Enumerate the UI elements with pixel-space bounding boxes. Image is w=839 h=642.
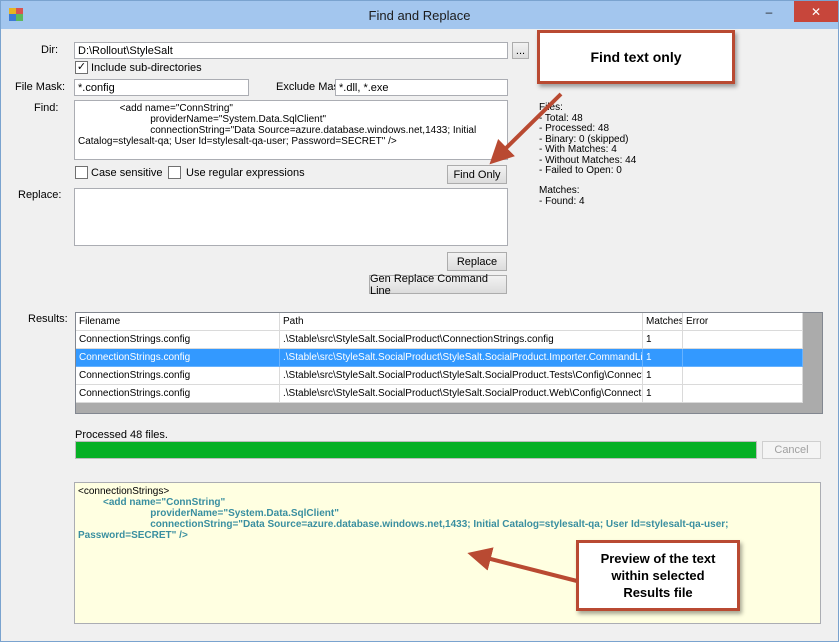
preview-line-highlight: <add name="ConnString": [78, 497, 226, 508]
table-row-selected[interactable]: ConnectionStrings.config .\Stable\src\St…: [76, 349, 803, 367]
find-label: Find:: [34, 102, 59, 114]
window-title: Find and Replace: [368, 8, 471, 23]
preview-line-highlight: connectionString="Data Source=azure.data…: [78, 519, 729, 530]
replace-label: Replace:: [18, 189, 62, 201]
progress-bar: [75, 441, 757, 459]
row-error: [683, 367, 803, 385]
callout-find-text-only: Find text only: [537, 30, 735, 84]
row-matches: 1: [643, 385, 683, 403]
results-grid[interactable]: Filename Path Matches Error ConnectionSt…: [75, 312, 823, 414]
include-subdirs-checkbox[interactable]: ✓: [75, 61, 88, 74]
matches-stats: Matches: - Found: 4: [539, 185, 585, 207]
regex-checkbox[interactable]: [168, 166, 181, 179]
row-path: .\Stable\src\StyleSalt.SocialProduct\Sty…: [280, 385, 643, 403]
dir-input[interactable]: D:\Rollout\StyleSalt: [74, 42, 508, 59]
find-textarea[interactable]: <add name="ConnString" providerName="Sys…: [74, 100, 508, 160]
row-matches: 1: [643, 349, 683, 367]
include-subdirs-label: Include sub-directories: [91, 62, 202, 74]
preview-line-highlight: providerName="System.Data.SqlClient": [78, 508, 339, 519]
preview-line-highlight: Password=SECRET" />: [78, 530, 188, 541]
dir-label: Dir:: [41, 44, 59, 56]
table-row[interactable]: ConnectionStrings.config .\Stable\src\St…: [76, 331, 803, 349]
row-filename: ConnectionStrings.config: [76, 367, 280, 385]
column-header-matches[interactable]: Matches: [643, 313, 683, 331]
exclude-mask-input[interactable]: *.dll, *.exe: [335, 79, 508, 96]
row-filename: ConnectionStrings.config: [76, 385, 280, 403]
gen-command-line-button[interactable]: Gen Replace Command Line: [369, 273, 507, 297]
column-header-error[interactable]: Error: [683, 313, 803, 331]
preview-line: <connectionStrings>: [78, 486, 170, 497]
row-filename: ConnectionStrings.config: [76, 331, 280, 349]
regex-label: Use regular expressions: [186, 167, 305, 179]
cancel-button[interactable]: Cancel: [762, 441, 821, 459]
results-header: Filename Path Matches Error: [76, 313, 803, 331]
results-label: Results:: [28, 313, 68, 325]
row-path: .\Stable\src\StyleSalt.SocialProduct\Sty…: [280, 349, 643, 367]
callout-preview: Preview of the text within selected Resu…: [576, 540, 740, 611]
progress-status: Processed 48 files.: [75, 429, 168, 441]
title-bar[interactable]: Find and Replace – ✕: [1, 1, 838, 29]
case-sensitive-checkbox[interactable]: [75, 166, 88, 179]
row-filename: ConnectionStrings.config: [76, 349, 280, 367]
row-matches: 1: [643, 331, 683, 349]
find-replace-window: Find and Replace – ✕ Dir: D:\Rollout\Sty…: [0, 0, 839, 642]
table-row[interactable]: ConnectionStrings.config .\Stable\src\St…: [76, 367, 803, 385]
table-row[interactable]: ConnectionStrings.config .\Stable\src\St…: [76, 385, 803, 403]
case-sensitive-label: Case sensitive: [91, 167, 163, 179]
file-mask-label: File Mask:: [15, 81, 66, 93]
row-error: [683, 385, 803, 403]
row-path: .\Stable\src\StyleSalt.SocialProduct\Sty…: [280, 367, 643, 385]
row-error: [683, 349, 803, 367]
row-error: [683, 331, 803, 349]
files-stats: Files: - Total: 48 - Processed: 48 - Bin…: [539, 102, 637, 176]
find-only-button[interactable]: Find Only: [447, 165, 507, 184]
progress-fill: [76, 442, 756, 458]
column-header-path[interactable]: Path: [280, 313, 643, 331]
browse-button[interactable]: ...: [512, 42, 529, 59]
column-header-filename[interactable]: Filename: [76, 313, 280, 331]
replace-button[interactable]: Replace: [447, 252, 507, 271]
row-path: .\Stable\src\StyleSalt.SocialProduct\Con…: [280, 331, 643, 349]
replace-textarea[interactable]: [74, 188, 508, 246]
row-matches: 1: [643, 367, 683, 385]
minimize-icon[interactable]: –: [756, 1, 782, 22]
close-icon[interactable]: ✕: [794, 1, 838, 22]
file-mask-input[interactable]: *.config: [74, 79, 249, 96]
